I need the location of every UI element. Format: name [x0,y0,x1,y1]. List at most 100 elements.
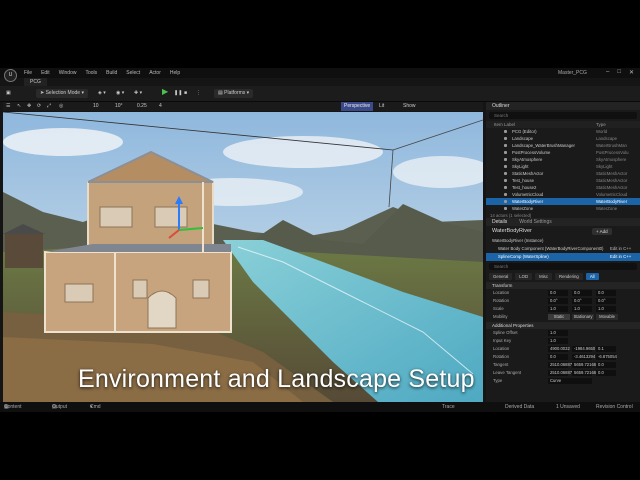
x-field[interactable]: 0.0 [548,290,568,296]
filter-general[interactable]: General [489,273,513,280]
level-viewport[interactable] [3,112,483,402]
y-field[interactable]: 1.0 [572,306,592,312]
prop-dropdown[interactable]: Curve [548,378,592,384]
prop-field[interactable]: 4900.0032 [548,346,570,352]
edit-in-cpp-link[interactable]: Edit in C++ [610,245,631,253]
column-item-label[interactable]: Item Label [494,121,515,128]
column-type[interactable]: Type [596,121,606,128]
filter-lod[interactable]: LOD [515,273,533,280]
outliner-row[interactable]: SkyLight SkyLight [486,163,640,170]
transform-section-header[interactable]: Transform [486,282,640,289]
minimize-icon[interactable]: – [606,69,609,76]
scale-tool-icon[interactable]: ⤢ [47,102,51,111]
scene-render[interactable] [3,112,483,402]
menu-file[interactable]: File [24,70,32,76]
component-row[interactable]: WaterBodyRiver (Instance) [486,237,640,245]
z-field[interactable]: 0.0° [596,298,616,304]
prop-field[interactable]: 0.0 [596,370,616,376]
mobility-static-button[interactable]: Static [548,314,570,320]
show-button[interactable]: Show [403,102,416,111]
rotation-snap-value[interactable]: 10° [115,102,123,111]
filter-misc[interactable]: Misc [535,273,552,280]
prop-field[interactable]: 2510.06887 [548,362,572,368]
play-icon[interactable]: ▶ [162,87,168,96]
spline-section-header[interactable]: Additional Properties [486,322,640,329]
outliner-search-input[interactable]: Search [489,112,637,119]
save-icon[interactable]: ▣ [6,89,11,98]
add-content-icon[interactable]: ✚ ▾ [134,89,142,98]
filter-all[interactable]: All [585,273,599,280]
outliner-row-selected[interactable]: WaterBodyRiver WaterBodyRiver [486,198,640,205]
prop-field[interactable]: 2510.06887 [548,370,572,376]
prop-field[interactable]: 0.0 [548,354,568,360]
cmd-button[interactable]: › Cmd ▾ [90,402,101,412]
platforms-button[interactable]: ▤ Platforms ▾ [214,89,254,98]
outliner-row[interactable]: VolumetricCloud VolumetricCloud [486,191,640,198]
prop-field[interactable]: -1984.9650 [572,346,595,352]
camera-speed-value[interactable]: 4 [159,102,162,111]
prop-field[interactable]: -3.4613294 [572,354,595,360]
component-row[interactable]: Water Body Component (WaterBodyRiverComp… [486,245,640,253]
level-tab[interactable]: PCG [24,78,47,86]
selection-mode-button[interactable]: ➤ Selection Mode ▾ [36,89,88,98]
mobility-stationary-button[interactable]: Stationary [572,314,594,320]
edit-in-cpp-link[interactable]: Edit in C++ [610,253,631,261]
details-search-input[interactable]: Search [489,263,637,270]
cinematics-icon[interactable]: ◉ ▾ [116,89,124,98]
blueprint-icon[interactable]: ◈ ▾ [98,89,106,98]
maximize-icon[interactable]: □ [617,69,621,76]
menu-tools[interactable]: Tools [85,70,97,76]
menu-actor[interactable]: Actor [149,70,161,76]
lit-button[interactable]: Lit [379,102,384,111]
scale-snap-value[interactable]: 0.25 [137,102,147,111]
menu-window[interactable]: Window [59,70,77,76]
outliner-title[interactable]: Outliner [492,103,510,109]
prop-field[interactable]: 0.1 [596,346,616,352]
prop-field[interactable]: 5659.721669 [572,370,598,376]
pause-icon[interactable]: ❚❚ [174,89,182,98]
z-field[interactable]: 0.0 [596,290,616,296]
unreal-logo-icon[interactable]: U [4,69,17,82]
outliner-row[interactable]: Test_house2 StaticMeshActor [486,184,640,191]
prop-field[interactable]: 0.0 [596,362,616,368]
outliner-row[interactable]: PCG (Editor) World [486,128,640,135]
y-field[interactable]: 0.0° [572,298,592,304]
y-field[interactable]: 0.0 [572,290,592,296]
menu-edit[interactable]: Edit [41,70,50,76]
filter-rendering[interactable]: Rendering [554,273,583,280]
x-field[interactable]: 1.0 [548,306,568,312]
perspective-button[interactable]: Perspective [341,102,374,111]
derived-data-button[interactable]: Derived Data [505,402,534,412]
outliner-row[interactable]: PostProcessVolume PostProcessVolu [486,149,640,156]
select-tool-icon[interactable]: ↖ [17,102,21,111]
menu-select[interactable]: Select [126,70,140,76]
z-field[interactable]: 1.0 [596,306,616,312]
outliner-row[interactable]: Landscape_WaterBrushManager WaterBrushMan [486,142,640,149]
play-options-icon[interactable]: ⋮ [196,89,201,98]
prop-field[interactable]: 1.0 [548,338,568,344]
rotate-tool-icon[interactable]: ⟳ [37,102,41,111]
move-tool-icon[interactable]: ✥ [27,102,31,111]
mobility-movable-button[interactable]: Movable [596,314,618,320]
tab-world-settings[interactable]: World Settings [513,218,557,226]
prop-field[interactable]: 1.0 [548,330,568,336]
trace-button[interactable]: Trace [442,402,455,412]
menu-build[interactable]: Build [106,70,117,76]
outliner-row[interactable]: StaticMeshActor StaticMeshActor [486,170,640,177]
stop-icon[interactable]: ■ [184,89,187,98]
close-icon[interactable]: ✕ [629,69,634,76]
menu-help[interactable]: Help [170,70,180,76]
viewport-menu-icon[interactable]: ☰ [6,102,10,111]
outliner-row[interactable]: WaterZone WaterZone [486,205,640,212]
grid-snap-value[interactable]: 10 [93,102,99,111]
outliner-row[interactable]: Test_house StaticMeshActor [486,177,640,184]
x-field[interactable]: 0.0° [548,298,568,304]
outliner-row[interactable]: Landscape Landscape [486,135,640,142]
unsaved-button[interactable]: 1 Unsaved [556,402,580,412]
tab-details[interactable]: Details [486,218,513,226]
add-component-button[interactable]: + Add [592,228,612,235]
prop-field[interactable]: -6.875054 [596,354,617,360]
prop-field[interactable]: 5659.721669 [572,362,598,368]
actor-name[interactable]: WaterBodyRiver [492,226,532,237]
world-local-icon[interactable]: ◎ [59,102,63,111]
